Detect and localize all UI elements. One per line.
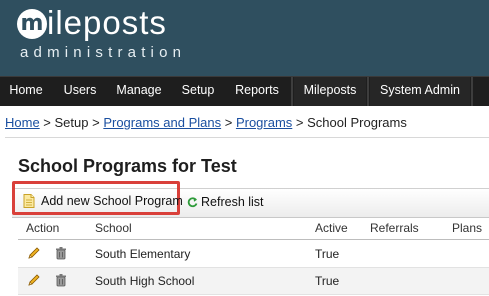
trash-icon[interactable]: [54, 273, 68, 287]
nav-manage[interactable]: Manage: [108, 77, 170, 106]
page-icon: [23, 194, 35, 208]
refresh-list-button[interactable]: Refresh list: [187, 195, 264, 209]
breadcrumb-programs-and-plans[interactable]: Programs and Plans: [103, 115, 221, 130]
column-header-referrals[interactable]: Referrals: [370, 221, 419, 235]
nav-users[interactable]: Users: [54, 77, 106, 106]
toolbar: Add new School Program Refresh list: [12, 181, 489, 218]
cell-active: True: [315, 274, 340, 288]
add-program-button[interactable]: Add new School Program: [12, 181, 183, 215]
breadcrumb-programs[interactable]: Programs: [236, 115, 292, 130]
nav-divider: [367, 77, 369, 106]
nav-mileposts[interactable]: Mileposts: [294, 77, 366, 106]
column-header-school[interactable]: School: [95, 221, 132, 235]
nav-reports[interactable]: Reports: [226, 77, 288, 106]
refresh-icon: [187, 197, 198, 208]
refresh-list-label: Refresh list: [201, 195, 264, 209]
nav-system-admin[interactable]: System Admin: [370, 77, 470, 106]
edit-pencil-icon[interactable]: [27, 273, 41, 287]
edit-pencil-icon[interactable]: [27, 246, 41, 260]
nav-divider: [471, 77, 473, 106]
nav-setup[interactable]: Setup: [172, 77, 224, 106]
breadcrumb-divider: [5, 137, 489, 138]
breadcrumb-separator: >: [39, 115, 55, 130]
app-header: m ileposts administration: [0, 0, 489, 76]
main-nav: Home Users Manage Setup Reports Milepost…: [0, 76, 489, 106]
breadcrumb-separator: >: [292, 115, 308, 130]
table-row: South Elementary True: [18, 241, 489, 268]
breadcrumb-current: School Programs: [307, 115, 407, 130]
breadcrumb-separator: >: [221, 115, 236, 130]
cell-school: South Elementary: [95, 247, 191, 261]
column-header-plans[interactable]: Plans: [452, 221, 482, 235]
logo-subtitle: administration: [20, 44, 187, 61]
column-header-action[interactable]: Action: [26, 221, 59, 235]
trash-icon[interactable]: [54, 246, 68, 260]
table-row: South High School True: [18, 268, 489, 295]
logo-initial[interactable]: m: [17, 9, 47, 39]
breadcrumb-home[interactable]: Home: [5, 115, 40, 130]
breadcrumb-separator: >: [88, 115, 104, 130]
logo-word[interactable]: ileposts: [47, 5, 167, 41]
nav-home[interactable]: Home: [0, 77, 52, 106]
add-program-label: Add new School Program: [41, 194, 183, 208]
cell-active: True: [315, 247, 340, 261]
cell-school: South High School: [95, 274, 195, 288]
nav-divider: [291, 77, 293, 106]
column-header-active[interactable]: Active: [315, 221, 348, 235]
breadcrumb: Home > Setup > Programs and Plans > Prog…: [5, 115, 407, 130]
table-header: Action School Active Referrals Plans: [18, 218, 489, 240]
breadcrumb-setup: Setup: [54, 115, 89, 130]
page-title: School Programs for Test: [18, 156, 237, 176]
